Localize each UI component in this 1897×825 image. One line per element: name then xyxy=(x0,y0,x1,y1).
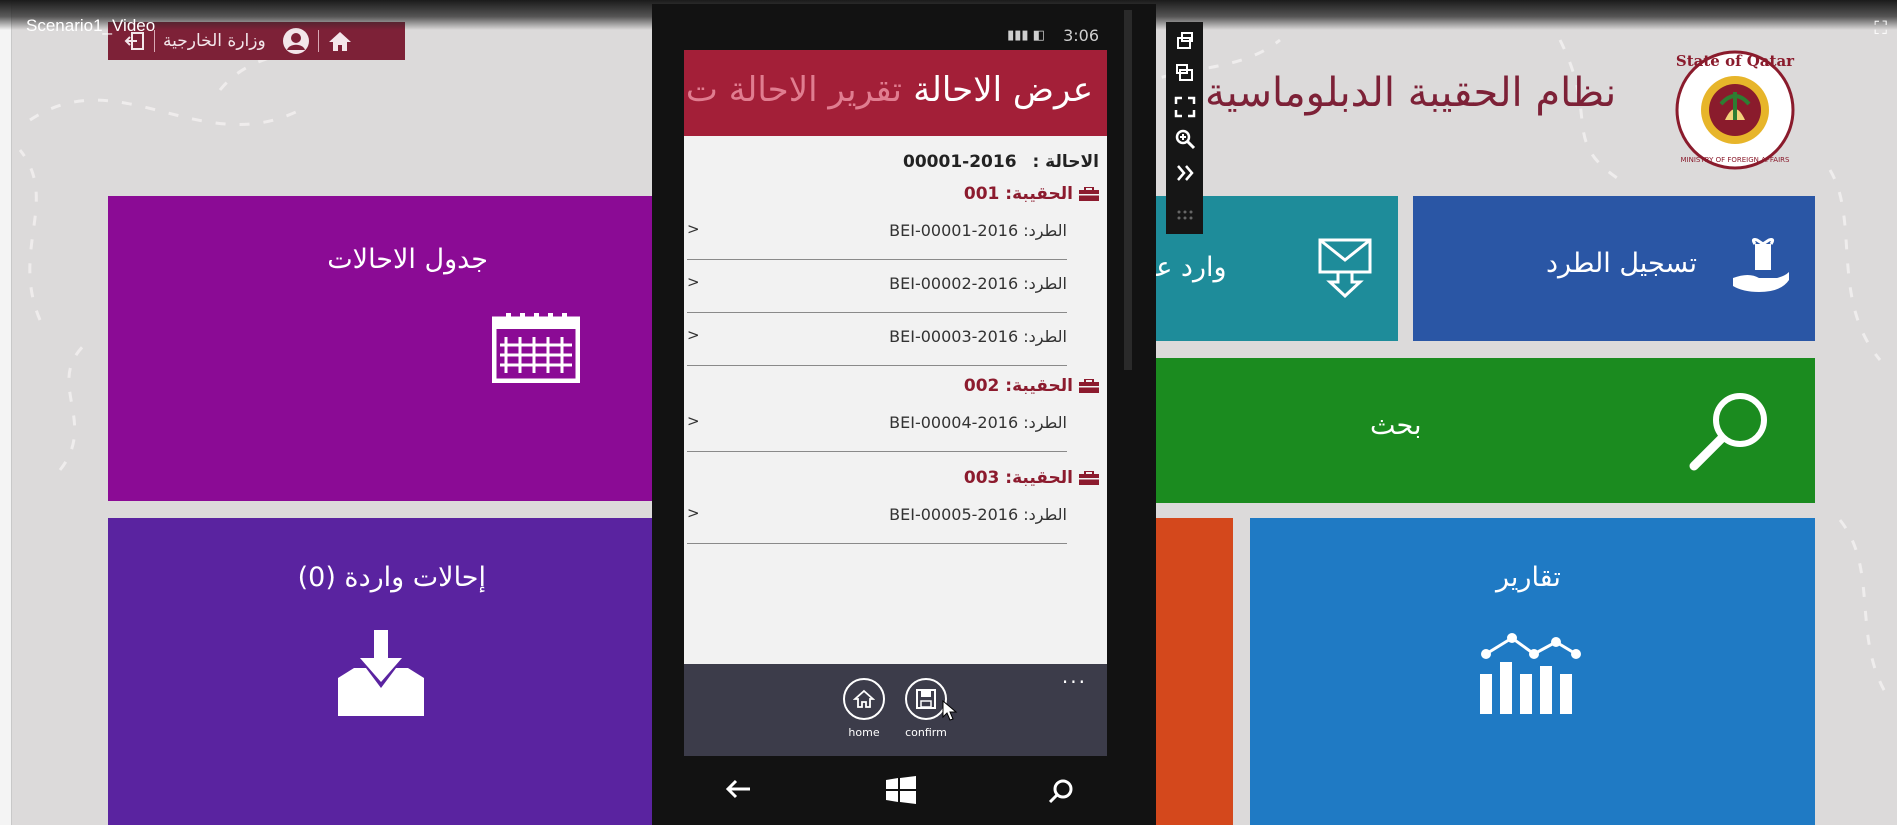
bag-label: الحقيبة: 003 xyxy=(963,468,1073,488)
pivot-tab-report[interactable]: تقرير الاحالة ت xyxy=(686,70,902,110)
mouse-cursor-icon xyxy=(942,700,958,721)
emulator-side-strip xyxy=(1124,10,1132,370)
mail-download-icon xyxy=(1318,238,1372,298)
chevron-icon: < xyxy=(687,220,700,238)
phone-emulator: ▮▮▮ ◧ 3:06 تقرير الاحالة ت عرض الاحالة ا… xyxy=(652,4,1156,825)
referral-label: الاحالة : xyxy=(1032,152,1099,172)
rotate-left-icon[interactable] xyxy=(1174,30,1196,52)
chevron-icon: < xyxy=(687,326,700,344)
pivot-tab-view-referral[interactable]: عرض الاحالة xyxy=(913,70,1093,110)
phone-app-bar: ... home confirm xyxy=(684,664,1107,756)
tile-label: وارد عا xyxy=(1148,252,1227,283)
page-title: نظام الحقيبة الدبلوماسية xyxy=(1205,70,1617,116)
bag-label: الحقيبة: 001 xyxy=(963,184,1073,204)
tile-label: تسجيل الطرد xyxy=(1545,248,1697,279)
phone-time: 3:06 xyxy=(1063,26,1099,45)
list-item[interactable]: الطرد: 2016-00003-BEI < xyxy=(687,314,1067,366)
zoom-icon[interactable] xyxy=(1174,128,1196,150)
magnifier-icon xyxy=(1689,393,1767,471)
bag-header: الحقيبة: 001 xyxy=(964,184,1099,204)
referral-value: 2016-00001 xyxy=(903,152,1017,172)
rotate-right-icon[interactable] xyxy=(1174,62,1196,84)
search-icon[interactable] xyxy=(1048,778,1074,804)
briefcase-icon xyxy=(1079,379,1099,393)
home-icon xyxy=(328,32,351,51)
bag-header: الحقيبة: 003 xyxy=(964,468,1099,488)
windows-start-icon[interactable] xyxy=(886,776,916,804)
tile-label: إحالات واردة (0) xyxy=(297,562,486,593)
package-label: الطرد: 2016-00001-BEI xyxy=(889,221,1067,240)
confirm-label: confirm xyxy=(905,726,947,739)
package-label: الطرد: 2016-00005-BEI xyxy=(889,505,1067,524)
chevron-icon: < xyxy=(687,504,700,522)
package-label: الطرد: 2016-00003-BEI xyxy=(889,327,1067,346)
list-item[interactable]: الطرد: 2016-00002-BEI < xyxy=(687,261,1067,313)
home-label: home xyxy=(848,726,880,739)
tile-label: بحث xyxy=(1370,410,1422,441)
svg-text:State of Qatar: State of Qatar xyxy=(1676,52,1795,70)
list-item[interactable]: الطرد: 2016-00005-BEI < xyxy=(687,492,1067,544)
briefcase-icon xyxy=(1079,187,1099,201)
briefcase-icon xyxy=(1079,471,1099,485)
chevron-icon: < xyxy=(687,412,700,430)
inbox-download-icon xyxy=(338,630,424,716)
calendar-icon xyxy=(492,313,580,383)
phone-status-bar: ▮▮▮ ◧ 3:06 xyxy=(684,26,1107,50)
back-arrow-icon[interactable] xyxy=(724,778,752,800)
more-menu-button[interactable]: ... xyxy=(1062,664,1087,688)
tile-orange[interactable] xyxy=(1150,518,1233,825)
tile-search[interactable]: بحث xyxy=(1150,358,1815,503)
tile-reports[interactable]: تقارير xyxy=(1250,518,1815,825)
tile-register-package[interactable]: تسجيل الطرد xyxy=(1413,196,1815,341)
qatar-mofa-emblem: State of Qatar MINISTRY OF FOREIGN AFFAI… xyxy=(1675,50,1795,170)
tile-label: جدول الاحالات xyxy=(327,244,488,275)
list-item[interactable]: الطرد: 2016-00001-BEI < xyxy=(687,208,1067,260)
save-icon xyxy=(916,689,936,709)
fullscreen-icon[interactable]: ⛶ xyxy=(1874,18,1887,39)
window-frame-left xyxy=(0,0,12,825)
svg-text:MINISTRY OF FOREIGN AFFAIRS: MINISTRY OF FOREIGN AFFAIRS xyxy=(1681,156,1790,164)
tile-referrals-table[interactable]: جدول الاحالات xyxy=(108,196,668,501)
pivot-header: تقرير الاحالة ت عرض الاحالة xyxy=(684,50,1107,136)
tile-label: تقارير xyxy=(1496,562,1561,593)
user-icon xyxy=(282,28,309,54)
video-title: Scenario1_Video xyxy=(26,16,156,35)
list-item[interactable]: الطرد: 2016-00004-BEI < xyxy=(687,400,1067,452)
package-label: الطرد: 2016-00004-BEI xyxy=(889,413,1067,432)
bag-label: الحقيبة: 002 xyxy=(963,376,1073,396)
home-button[interactable]: home xyxy=(834,678,894,739)
gift-hand-icon xyxy=(1733,238,1789,292)
signal-icon: ▮▮▮ ◧ xyxy=(1007,28,1045,43)
bar-chart-icon xyxy=(1480,633,1581,714)
expand-tools-icon[interactable] xyxy=(1174,162,1196,184)
bag-header: الحقيبة: 002 xyxy=(964,376,1099,396)
drag-handle-icon[interactable] xyxy=(1174,204,1196,226)
fit-to-screen-icon[interactable] xyxy=(1174,96,1196,118)
referral-details: الاحالة : 2016-00001 الحقيبة: 001 الطرد:… xyxy=(684,136,1107,664)
tile-incoming-referrals[interactable]: إحالات واردة (0) xyxy=(108,518,668,825)
chevron-icon: < xyxy=(687,273,700,291)
phone-nav-bar xyxy=(652,756,1156,825)
emulator-toolbar xyxy=(1166,22,1203,234)
referral-number: الاحالة : 2016-00001 xyxy=(903,152,1099,172)
package-label: الطرد: 2016-00002-BEI xyxy=(889,274,1067,293)
home-icon xyxy=(853,689,875,708)
